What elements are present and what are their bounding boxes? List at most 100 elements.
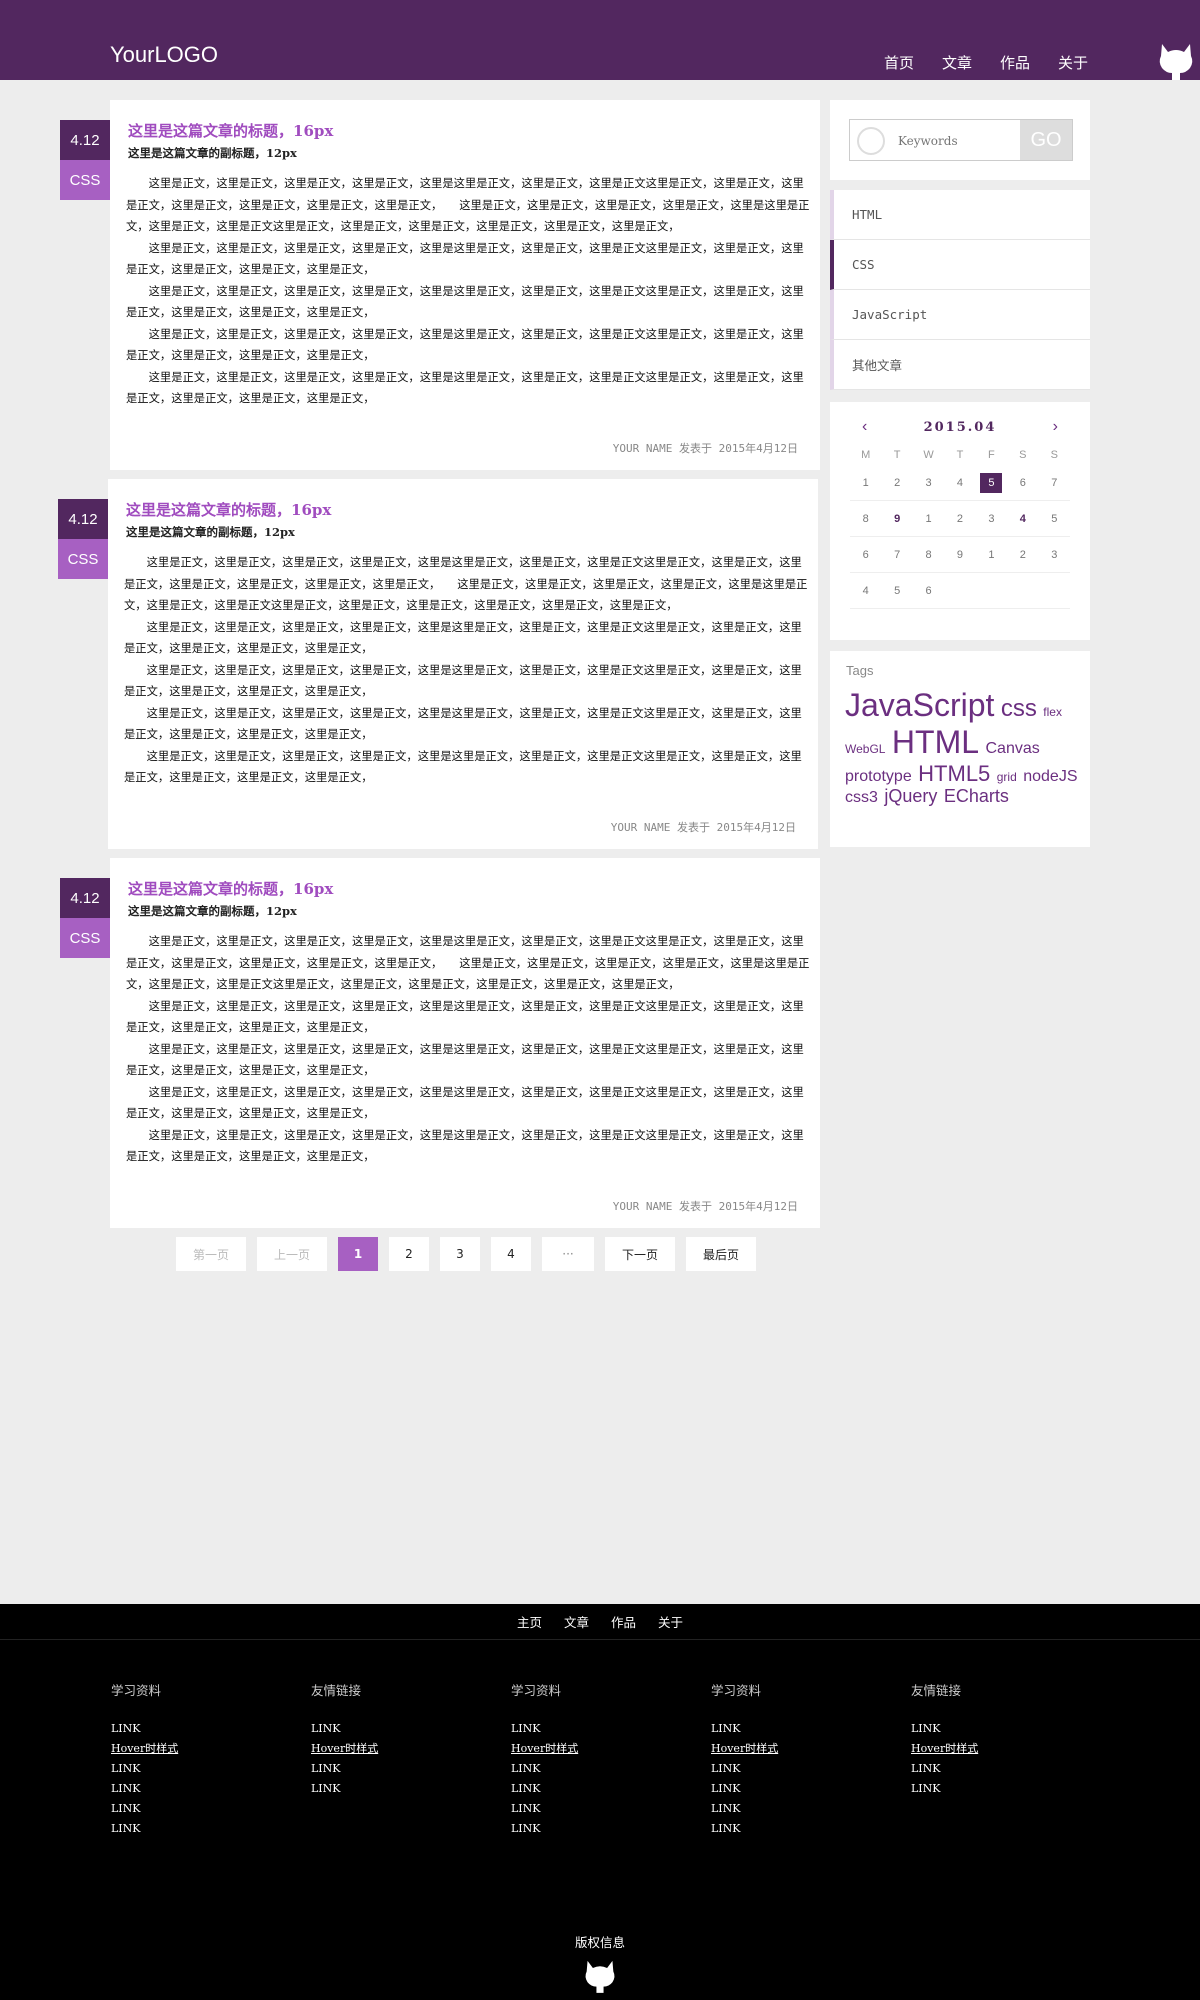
site-logo[interactable]: YourLOGO	[110, 42, 218, 68]
nav-item-works[interactable]: 作品	[1000, 52, 1030, 73]
tag-link[interactable]: ECharts	[944, 786, 1009, 806]
tag-link[interactable]: HTML	[892, 724, 979, 760]
article-category-tag[interactable]: CSS	[58, 539, 108, 579]
article-title[interactable]: 这里是这篇文章的标题，16px	[128, 878, 333, 899]
calendar-day[interactable]: 2	[944, 513, 975, 525]
footer-link[interactable]: LINK	[111, 1799, 261, 1819]
calendar-day[interactable]: 4	[850, 585, 881, 597]
footer-link-hover[interactable]: Hover时样式	[511, 1739, 661, 1759]
footer-link[interactable]: LINK	[711, 1759, 861, 1779]
calendar-day-today[interactable]: 5	[980, 472, 1003, 493]
calendar-day[interactable]: 2	[1007, 549, 1038, 561]
category-item-html[interactable]: HTML	[830, 190, 1090, 240]
calendar-day[interactable]: 9	[944, 549, 975, 561]
calendar-day[interactable]: 1	[913, 513, 944, 525]
footer-link-hover[interactable]: Hover时样式	[911, 1739, 1061, 1759]
article-paragraph: 这里是正文，这里是正文，这里是正文，这里是正文，这里是这里是正文，这里是正文，这…	[126, 370, 804, 406]
footer-link-hover[interactable]: Hover时样式	[711, 1739, 861, 1759]
calendar-day[interactable]: 7	[881, 549, 912, 561]
footer-link[interactable]: LINK	[311, 1719, 461, 1739]
category-item-css[interactable]: CSS	[830, 240, 1090, 290]
footer-nav-articles[interactable]: 文章	[564, 1612, 589, 1631]
nav-item-articles[interactable]: 文章	[942, 52, 972, 73]
pagination: 第一页 上一页 1 2 3 4 ··· 下一页 最后页	[176, 1237, 756, 1271]
first-page-button[interactable]: 第一页	[176, 1237, 246, 1271]
calendar-day[interactable]: 1	[850, 477, 881, 489]
footer-link[interactable]: LINK	[111, 1779, 261, 1799]
footer-link[interactable]: LINK	[511, 1759, 661, 1779]
calendar-day-highlighted[interactable]: 4	[1007, 513, 1038, 525]
page-button-3[interactable]: 3	[440, 1237, 480, 1271]
calendar-day[interactable]: 5	[1039, 513, 1070, 525]
page-button-1[interactable]: 1	[338, 1237, 378, 1271]
tag-link[interactable]: Canvas	[985, 740, 1039, 757]
calendar-day[interactable]: 8	[850, 513, 881, 525]
next-page-button[interactable]: 下一页	[605, 1237, 675, 1271]
footer-nav-home[interactable]: 主页	[517, 1612, 542, 1631]
tag-link[interactable]: HTML5	[918, 761, 990, 786]
article-category-tag[interactable]: CSS	[60, 160, 110, 200]
page-button-2[interactable]: 2	[389, 1237, 429, 1271]
footer-link[interactable]: LINK	[311, 1779, 461, 1799]
footer-nav-about[interactable]: 关于	[658, 1612, 683, 1631]
footer-link[interactable]: LINK	[711, 1819, 861, 1839]
calendar-day[interactable]: 6	[913, 585, 944, 597]
footer-link[interactable]: LINK	[911, 1719, 1061, 1739]
calendar-day-highlighted[interactable]: 9	[881, 513, 912, 525]
footer-link-hover[interactable]: Hover时样式	[311, 1739, 461, 1759]
calendar-next-icon[interactable]: ›	[1053, 418, 1058, 436]
footer-link[interactable]: LINK	[911, 1779, 1061, 1799]
tag-link[interactable]: prototype	[845, 768, 912, 785]
calendar-day[interactable]: 3	[976, 513, 1007, 525]
footer-link[interactable]: LINK	[711, 1719, 861, 1739]
page-button-4[interactable]: 4	[491, 1237, 531, 1271]
calendar-day[interactable]: 3	[913, 477, 944, 489]
footer-nav-works[interactable]: 作品	[611, 1612, 636, 1631]
tag-link[interactable]: grid	[997, 770, 1017, 784]
footer-link[interactable]: LINK	[311, 1759, 461, 1779]
footer-link[interactable]: LINK	[511, 1799, 661, 1819]
github-octocat-icon[interactable]	[584, 1958, 616, 1994]
search-input[interactable]	[898, 131, 1008, 151]
footer-link[interactable]: LINK	[711, 1799, 861, 1819]
footer-link[interactable]: LINK	[111, 1819, 261, 1839]
calendar-day[interactable]: 6	[850, 549, 881, 561]
calendar-day[interactable]: 3	[1039, 549, 1070, 561]
tag-link[interactable]: flex	[1043, 705, 1062, 719]
tag-link[interactable]: css	[1001, 695, 1037, 722]
nav-item-home[interactable]: 首页	[884, 52, 914, 73]
weekday-label: W	[923, 449, 934, 461]
category-item-javascript[interactable]: JavaScript	[830, 290, 1090, 340]
footer-link[interactable]: LINK	[911, 1759, 1061, 1779]
footer-link[interactable]: LINK	[511, 1779, 661, 1799]
calendar-day[interactable]: 4	[944, 477, 975, 489]
tag-link[interactable]: nodeJS	[1023, 768, 1077, 785]
nav-item-about[interactable]: 关于	[1058, 52, 1088, 73]
calendar-day[interactable]: 1	[976, 549, 1007, 561]
category-item-other[interactable]: 其他文章	[830, 340, 1090, 390]
last-page-button[interactable]: 最后页	[686, 1237, 756, 1271]
prev-page-button[interactable]: 上一页	[257, 1237, 327, 1271]
tag-link[interactable]: JavaScript	[845, 687, 994, 723]
calendar-day[interactable]: 6	[1007, 477, 1038, 489]
footer-link[interactable]: LINK	[111, 1719, 261, 1739]
article-body: 这里是正文，这里是正文，这里是正文，这里是正文，这里是这里是正文，这里是正文，这…	[126, 931, 813, 1168]
github-octocat-icon[interactable]	[1158, 42, 1194, 80]
footer-link[interactable]: LINK	[111, 1759, 261, 1779]
footer-link[interactable]: LINK	[711, 1779, 861, 1799]
calendar-day[interactable]: 5	[881, 585, 912, 597]
footer-link[interactable]: LINK	[511, 1719, 661, 1739]
calendar-day[interactable]: 8	[913, 549, 944, 561]
tag-link[interactable]: css3	[845, 789, 878, 806]
tag-link[interactable]: jQuery	[884, 786, 937, 806]
article-category-tag[interactable]: CSS	[60, 918, 110, 958]
article-title[interactable]: 这里是这篇文章的标题，16px	[126, 499, 331, 520]
calendar-month: 2015.04	[923, 420, 997, 435]
search-go-button[interactable]: GO	[1020, 120, 1072, 160]
calendar-day[interactable]: 7	[1039, 477, 1070, 489]
article-title[interactable]: 这里是这篇文章的标题，16px	[128, 120, 333, 141]
tag-link[interactable]: WebGL	[845, 742, 885, 756]
calendar-day[interactable]: 2	[881, 477, 912, 489]
footer-link-hover[interactable]: Hover时样式	[111, 1739, 261, 1759]
footer-link[interactable]: LINK	[511, 1819, 661, 1839]
